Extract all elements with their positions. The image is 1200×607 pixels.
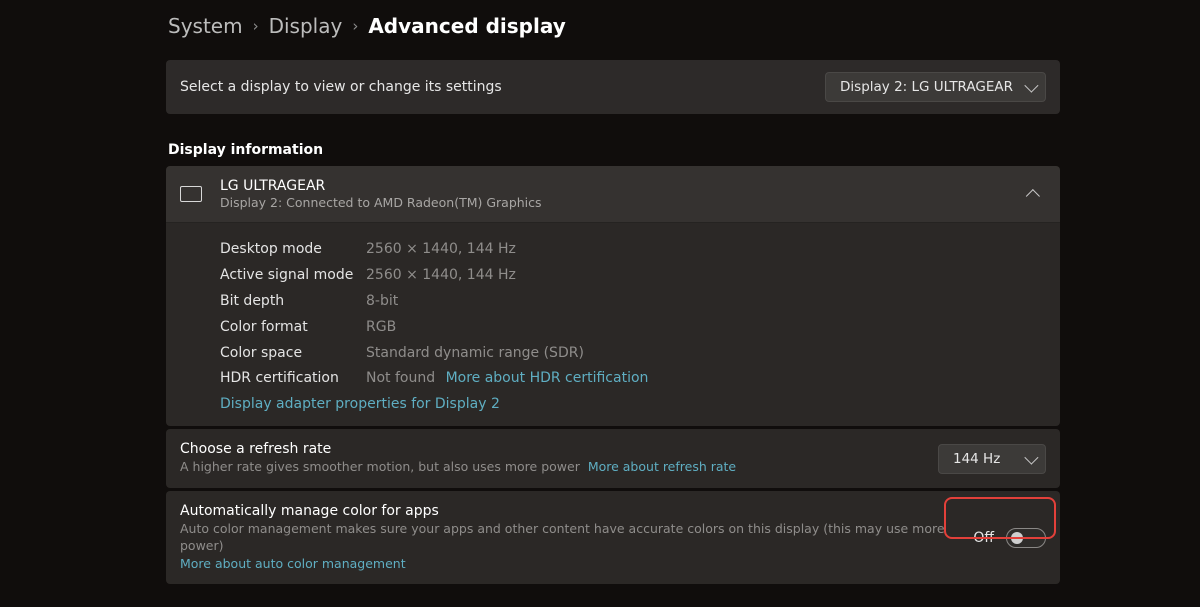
display-selector-dropdown[interactable]: Display 2: LG ULTRAGEAR xyxy=(825,72,1046,102)
toggle-knob xyxy=(1011,532,1023,544)
spec-value: 2560 × 1440, 144 Hz xyxy=(366,263,516,289)
refresh-rate-dropdown[interactable]: 144 Hz xyxy=(938,444,1046,474)
monitor-icon xyxy=(180,186,202,202)
spec-color-format: Color format RGB xyxy=(220,315,1046,341)
auto-color-desc: Auto color management makes sure your ap… xyxy=(180,521,945,554)
refresh-rate-link[interactable]: More about refresh rate xyxy=(588,459,736,474)
display-info-header[interactable]: LG ULTRAGEAR Display 2: Connected to AMD… xyxy=(166,166,1060,223)
display-info-card: LG ULTRAGEAR Display 2: Connected to AMD… xyxy=(166,166,1060,426)
spec-color-space: Color space Standard dynamic range (SDR) xyxy=(220,341,1046,367)
spec-value: RGB xyxy=(366,315,396,341)
display-selector-label: Select a display to view or change its s… xyxy=(180,79,502,95)
auto-color-toggle-state: Off xyxy=(973,530,994,546)
spec-active-signal-mode: Active signal mode 2560 × 1440, 144 Hz xyxy=(220,263,1046,289)
spec-hdr-certification: HDR certification Not found More about H… xyxy=(220,366,1046,392)
spec-bit-depth: Bit depth 8-bit xyxy=(220,289,1046,315)
spec-desktop-mode: Desktop mode 2560 × 1440, 144 Hz xyxy=(220,237,1046,263)
breadcrumb-system[interactable]: System xyxy=(168,14,243,38)
chevron-down-icon xyxy=(1024,450,1038,464)
spec-value: 8-bit xyxy=(366,289,398,315)
display-info-body: Desktop mode 2560 × 1440, 144 Hz Active … xyxy=(166,223,1060,426)
refresh-rate-setting: Choose a refresh rate A higher rate give… xyxy=(166,429,1060,488)
spec-key: Desktop mode xyxy=(220,237,366,263)
chevron-up-icon xyxy=(1026,189,1040,203)
display-connection: Display 2: Connected to AMD Radeon(TM) G… xyxy=(220,195,1012,210)
spec-key: Active signal mode xyxy=(220,263,366,289)
breadcrumb-display[interactable]: Display xyxy=(269,14,343,38)
auto-color-link[interactable]: More about auto color management xyxy=(180,556,406,571)
auto-color-management-setting: Automatically manage color for apps Auto… xyxy=(166,491,1060,585)
spec-value: Standard dynamic range (SDR) xyxy=(366,341,584,367)
spec-key: Bit depth xyxy=(220,289,366,315)
spec-value: Not found xyxy=(366,370,435,386)
spec-value: 2560 × 1440, 144 Hz xyxy=(366,237,516,263)
chevron-right-icon: › xyxy=(253,17,259,35)
refresh-rate-value: 144 Hz xyxy=(953,451,1000,467)
page-title: Advanced display xyxy=(368,14,565,38)
display-selector-panel: Select a display to view or change its s… xyxy=(166,60,1060,114)
display-selector-value: Display 2: LG ULTRAGEAR xyxy=(840,79,1013,95)
auto-color-title: Automatically manage color for apps xyxy=(180,503,953,519)
chevron-right-icon: › xyxy=(352,17,358,35)
spec-key: Color format xyxy=(220,315,366,341)
display-information-heading: Display information xyxy=(166,142,1060,158)
display-adapter-properties-link[interactable]: Display adapter properties for Display 2 xyxy=(220,396,500,412)
spec-key: HDR certification xyxy=(220,366,366,392)
auto-color-toggle[interactable] xyxy=(1006,528,1046,548)
spec-key: Color space xyxy=(220,341,366,367)
refresh-rate-desc: A higher rate gives smoother motion, but… xyxy=(180,459,580,474)
hdr-certification-link[interactable]: More about HDR certification xyxy=(446,370,649,386)
auto-color-toggle-group: Off xyxy=(973,528,1046,548)
chevron-down-icon xyxy=(1024,79,1038,93)
display-name: LG ULTRAGEAR xyxy=(220,178,1012,194)
breadcrumb: System › Display › Advanced display xyxy=(166,14,1060,38)
refresh-rate-title: Choose a refresh rate xyxy=(180,441,918,457)
